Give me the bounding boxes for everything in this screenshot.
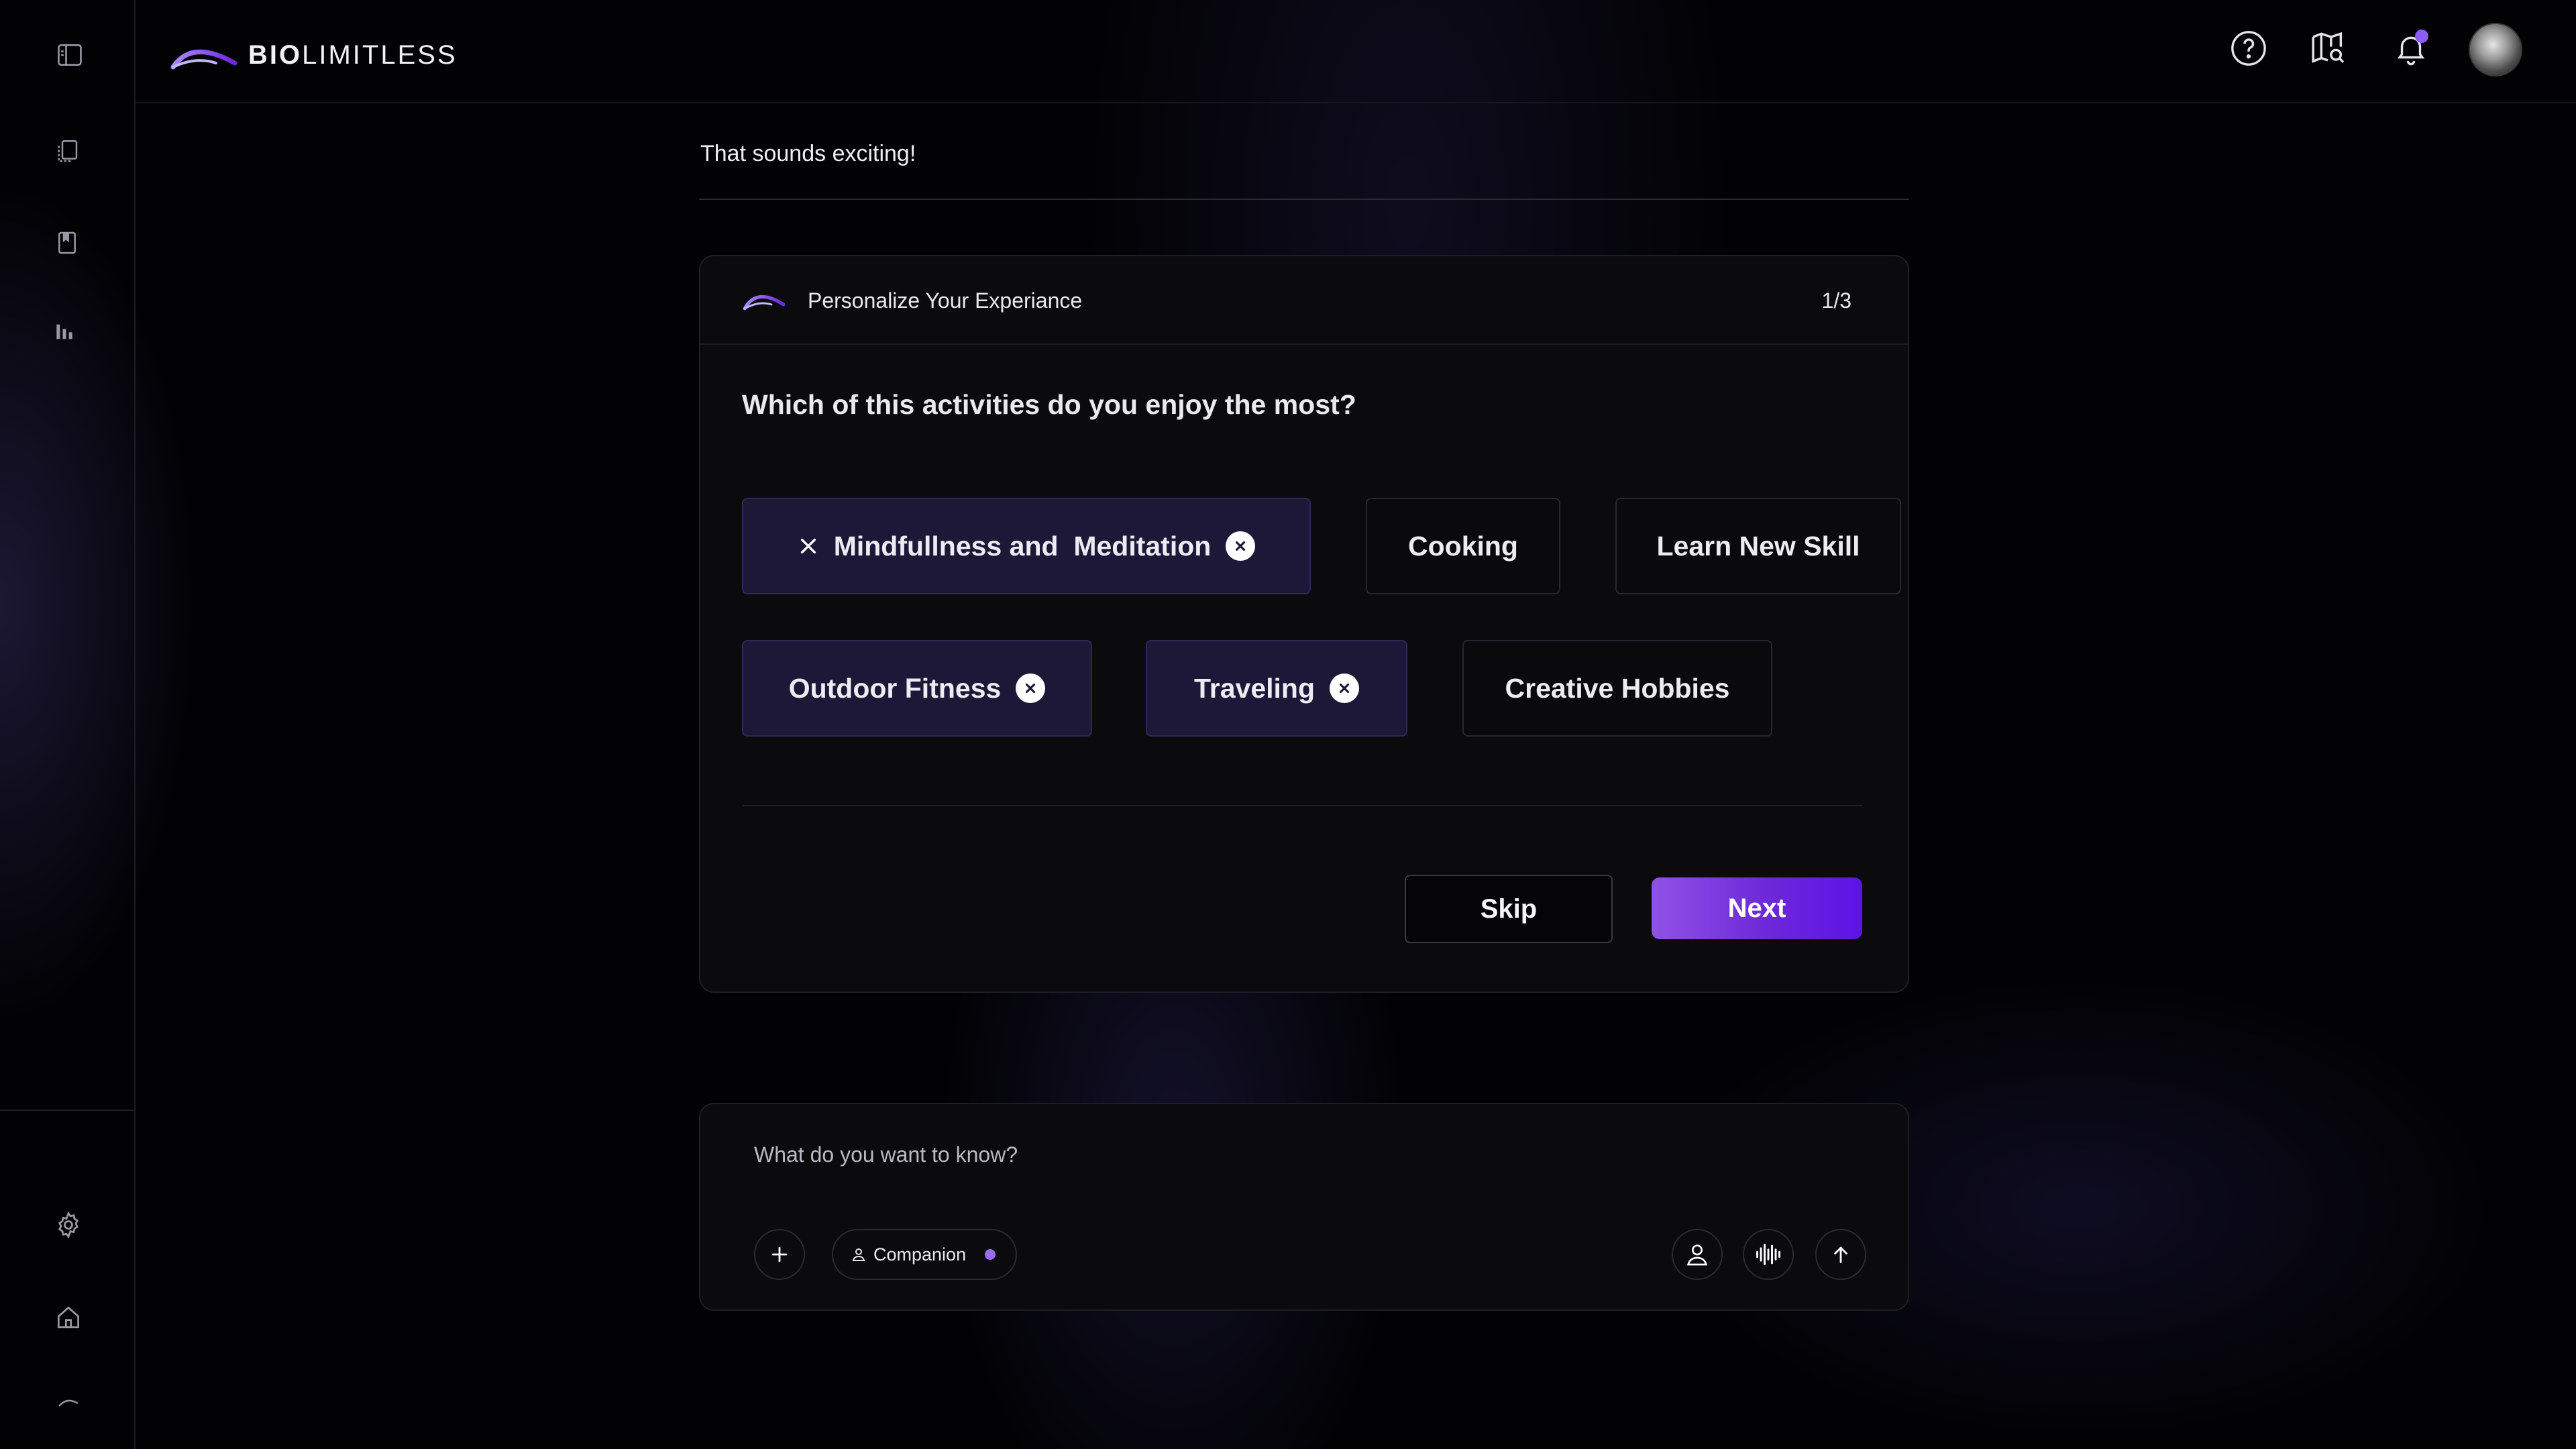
sidebar bbox=[0, 0, 136, 1449]
option-label: Learn New Skill bbox=[1656, 530, 1860, 561]
add-attachment-button[interactable] bbox=[754, 1229, 805, 1280]
bookmark-icon[interactable] bbox=[47, 223, 87, 263]
chat-composer: Companion bbox=[699, 1103, 1909, 1311]
analytics-icon[interactable] bbox=[44, 310, 85, 350]
option-chip-learn-new-skill[interactable]: Learn New Skill bbox=[1615, 498, 1901, 594]
profile-button[interactable] bbox=[1672, 1229, 1723, 1280]
companion-status-dot bbox=[985, 1249, 996, 1260]
remove-icon[interactable] bbox=[1226, 531, 1256, 561]
logo-mark-icon bbox=[743, 294, 786, 311]
option-chip-creative-hobbies[interactable]: Creative Hobbies bbox=[1462, 640, 1772, 737]
next-button[interactable]: Next bbox=[1652, 877, 1862, 939]
personalize-card: Personalize Your Experiance 1/3 Which of… bbox=[699, 255, 1909, 993]
option-label: Cooking bbox=[1408, 530, 1518, 561]
documents-icon[interactable] bbox=[47, 131, 87, 172]
option-label: Traveling bbox=[1193, 672, 1315, 704]
option-chip-mindfulness[interactable]: Mindfullness and Meditation bbox=[742, 498, 1311, 594]
sidebar-divider bbox=[0, 1110, 136, 1111]
chat-input[interactable] bbox=[754, 1138, 1693, 1171]
person-icon bbox=[852, 1248, 865, 1261]
question-text: Which of this activities do you enjoy th… bbox=[742, 389, 1356, 420]
skip-button[interactable]: Skip bbox=[1405, 875, 1613, 943]
close-icon[interactable] bbox=[798, 535, 819, 557]
option-chip-outdoor-fitness[interactable]: Outdoor Fitness bbox=[742, 640, 1092, 737]
bell-icon[interactable] bbox=[2390, 27, 2432, 70]
arrow-up-icon bbox=[1834, 1246, 1847, 1263]
plus-icon bbox=[771, 1246, 788, 1263]
remove-icon[interactable] bbox=[1016, 674, 1046, 703]
option-chip-traveling[interactable]: Traveling bbox=[1146, 640, 1407, 737]
companion-mode-chip[interactable]: Companion bbox=[832, 1229, 1018, 1280]
brand-logo[interactable]: BIOLIMITLESS bbox=[169, 35, 458, 75]
option-label: Mindfullness and Meditation bbox=[833, 530, 1212, 561]
voice-input-button[interactable] bbox=[1743, 1229, 1794, 1280]
remove-icon[interactable] bbox=[1330, 674, 1359, 703]
waveform-icon bbox=[1756, 1243, 1780, 1266]
logo-mark-icon[interactable] bbox=[48, 1382, 89, 1422]
logo-mark-icon bbox=[170, 49, 237, 70]
send-button[interactable] bbox=[1815, 1229, 1866, 1280]
card-header: Personalize Your Experiance 1/3 bbox=[700, 256, 1908, 345]
step-indicator: 1/3 bbox=[1821, 288, 1851, 313]
help-icon[interactable] bbox=[2227, 27, 2270, 70]
companion-label: Companion bbox=[873, 1244, 967, 1265]
gear-icon[interactable] bbox=[48, 1205, 89, 1245]
card-title: Personalize Your Experiance bbox=[808, 288, 1083, 313]
card-divider bbox=[742, 805, 1862, 806]
notification-dot bbox=[2415, 30, 2428, 43]
person-icon bbox=[1686, 1244, 1708, 1266]
option-label: Outdoor Fitness bbox=[788, 672, 1002, 704]
avatar[interactable] bbox=[2469, 23, 2522, 76]
home-icon[interactable] bbox=[48, 1297, 89, 1338]
assistant-message: That sounds exciting! bbox=[700, 141, 916, 166]
map-search-icon[interactable] bbox=[2306, 27, 2349, 70]
option-chip-cooking[interactable]: Cooking bbox=[1366, 498, 1560, 594]
header-divider bbox=[136, 102, 2576, 103]
option-label: Creative Hobbies bbox=[1505, 672, 1730, 704]
sidebar-toggle-icon[interactable] bbox=[50, 35, 90, 75]
logo-text: BIOLIMITLESS bbox=[248, 40, 458, 70]
message-divider bbox=[699, 199, 1909, 200]
